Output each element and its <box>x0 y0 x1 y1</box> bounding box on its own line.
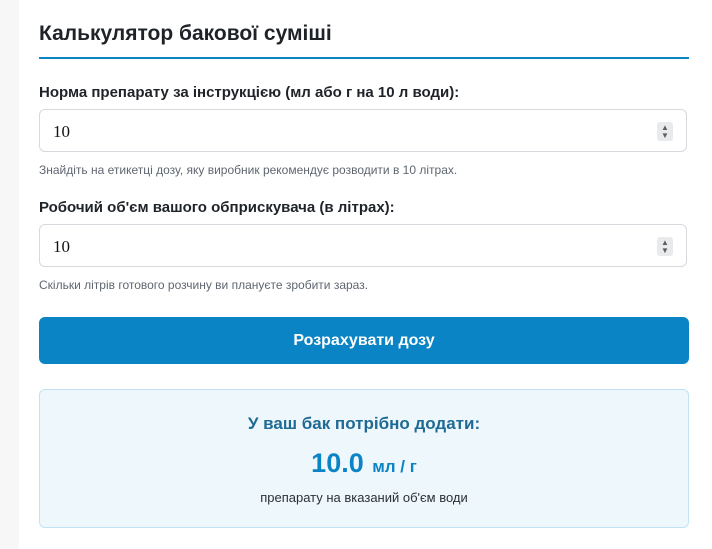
result-unit: мл / г <box>372 457 417 476</box>
dose-label: Норма препарату за інструкцією (мл або г… <box>39 84 460 101</box>
chevron-down-icon[interactable]: ▼ <box>661 246 669 255</box>
dose-input-value[interactable]: 10 <box>53 122 70 142</box>
dose-input[interactable]: 10 ▲ ▼ <box>39 109 687 152</box>
calculate-button[interactable]: Розрахувати дозу <box>39 317 689 364</box>
dose-stepper[interactable]: ▲ ▼ <box>657 122 673 141</box>
volume-stepper[interactable]: ▲ ▼ <box>657 237 673 256</box>
volume-input-value[interactable]: 10 <box>53 237 70 257</box>
volume-input[interactable]: 10 ▲ ▼ <box>39 224 687 267</box>
result-line: 10.0 мл / г <box>40 448 688 479</box>
title-divider <box>39 57 689 59</box>
result-panel: У ваш бак потрібно додати: 10.0 мл / г п… <box>39 389 689 528</box>
dose-hint: Знайдіть на етикетці дозу, яку виробник … <box>39 163 458 177</box>
result-value: 10.0 <box>311 448 364 478</box>
volume-hint: Скільки літрів готового розчину ви плану… <box>39 278 369 292</box>
volume-label: Робочий об'єм вашого обприскувача (в літ… <box>39 199 395 216</box>
result-note: препарату на вказаний об'єм води <box>260 490 468 505</box>
calculator-card: Калькулятор бакової суміші Норма препара… <box>19 0 712 549</box>
result-heading: У ваш бак потрібно додати: <box>247 414 481 433</box>
chevron-down-icon[interactable]: ▼ <box>661 131 669 140</box>
calculator-title: Калькулятор бакової суміші <box>39 22 332 45</box>
